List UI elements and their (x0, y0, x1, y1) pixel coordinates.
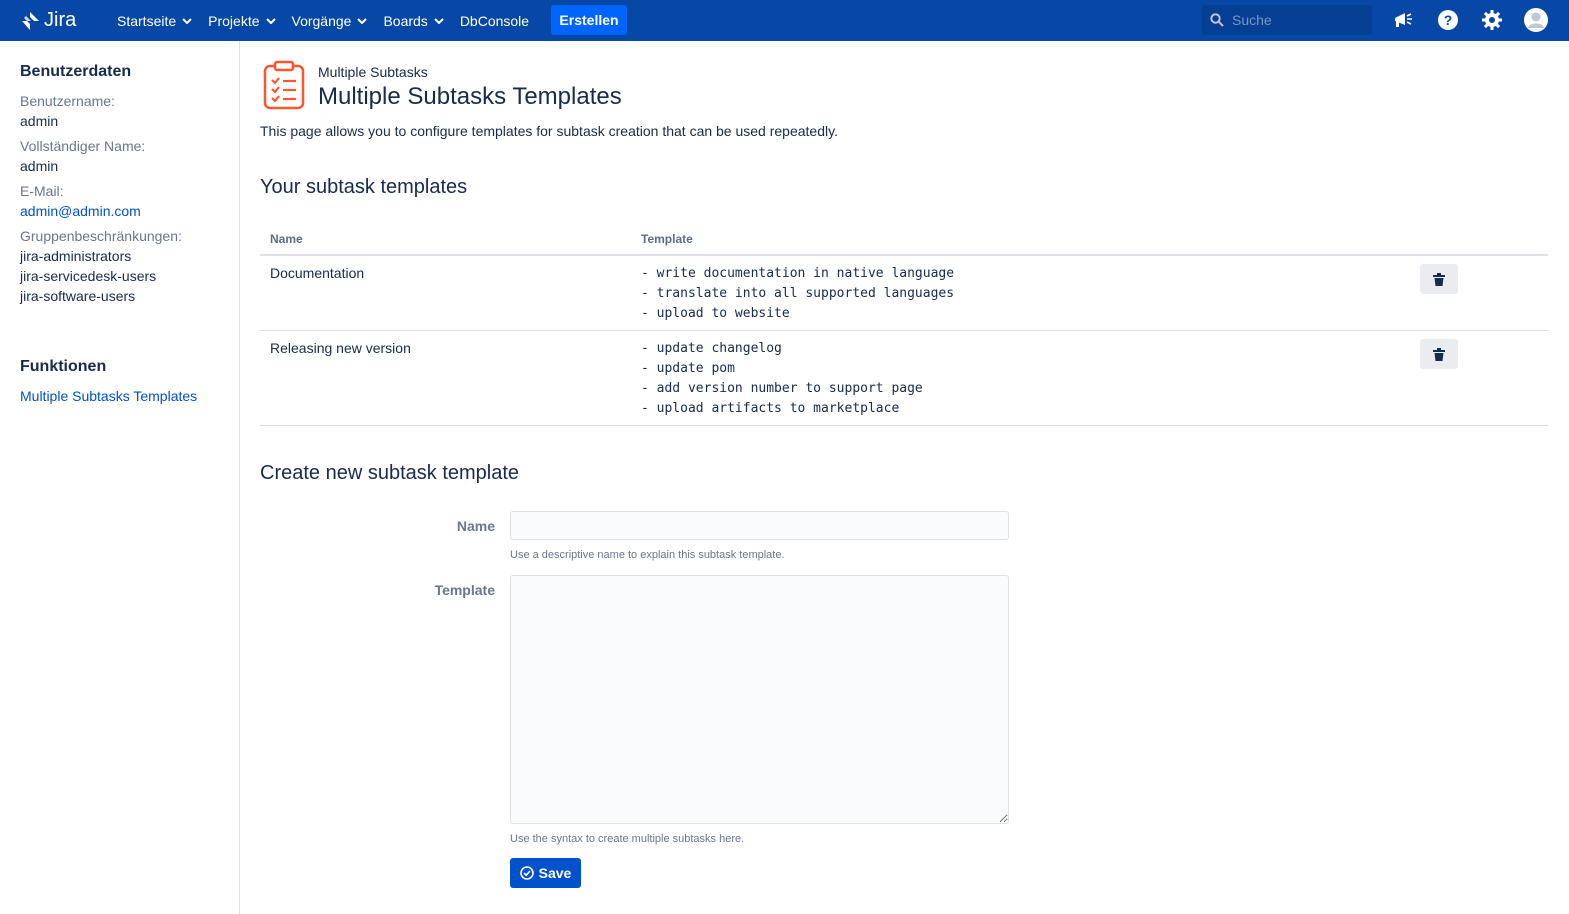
table-header: Name Template (260, 226, 1548, 256)
search-icon (1210, 13, 1224, 27)
template-name-input[interactable] (510, 511, 1009, 540)
nav-label: Startseite (117, 12, 177, 29)
create-button[interactable]: Erstellen (551, 5, 627, 35)
username-value: admin (20, 113, 59, 129)
fullname-value: admin (20, 158, 59, 174)
nav-label: Vorgänge (291, 12, 352, 29)
template-field-hint: Use the syntax to create multiple subtas… (510, 833, 745, 845)
group-item: jira-administrators (20, 248, 132, 264)
template-line: - write documentation in native language (641, 266, 955, 281)
trash-icon (1433, 347, 1445, 361)
megaphone-icon[interactable] (1392, 8, 1416, 32)
avatar[interactable] (1524, 8, 1548, 32)
check-circle-icon (519, 866, 534, 880)
svg-text:?: ? (1444, 12, 1453, 28)
settings-icon[interactable] (1480, 8, 1504, 32)
save-button[interactable]: Save (510, 858, 581, 888)
nav-label: DbConsole (459, 12, 530, 29)
template-field-label: Template (434, 582, 495, 598)
template-line: - translate into all supported languages (641, 286, 955, 301)
group-item: jira-servicedesk-users (20, 268, 157, 284)
group-item: jira-software-users (20, 288, 136, 304)
email-label: E-Mail: (20, 183, 64, 199)
logo-text: Jira (44, 9, 77, 31)
jira-logo[interactable]: Jira (20, 9, 76, 32)
sidebar: Benutzerdaten Benutzername: admin Vollst… (0, 41, 240, 914)
name-field-label: Name (456, 518, 495, 534)
template-line: - update changelog (641, 341, 782, 356)
nav-boards[interactable]: Boards (375, 0, 451, 41)
template-line: - upload artifacts to marketplace (641, 401, 900, 416)
chevron-down-icon (434, 17, 444, 24)
help-icon[interactable]: ? (1436, 8, 1460, 32)
template-line: - upload to website (641, 306, 790, 321)
table-row: Documentation - write documentation in n… (260, 256, 1548, 331)
functions-link-multiple-subtasks[interactable]: Multiple Subtasks Templates (20, 388, 197, 404)
template-line: - update pom (641, 361, 735, 376)
search-box[interactable] (1202, 5, 1372, 35)
breadcrumb[interactable]: Multiple Subtasks (318, 64, 428, 80)
delete-template-button[interactable] (1420, 339, 1458, 369)
save-label: Save (538, 865, 572, 881)
nav-startseite[interactable]: Startseite (109, 0, 200, 41)
jira-logo-icon (22, 11, 39, 30)
fullname-label: Vollständiger Name: (20, 138, 146, 154)
functions-heading: Funktionen (20, 358, 107, 375)
clipboard-checklist-icon (262, 60, 306, 115)
templates-table: Name Template Documentation - write docu… (260, 226, 1548, 426)
search-input[interactable] (1232, 12, 1362, 28)
template-content-textarea[interactable] (510, 575, 1009, 824)
page-title: Multiple Subtasks Templates (318, 83, 622, 110)
delete-template-button[interactable] (1420, 264, 1458, 294)
table-row: Releasing new version - update changelog… (260, 331, 1548, 426)
template-name: Documentation (270, 265, 365, 281)
chevron-down-icon (182, 17, 192, 24)
name-field-hint: Use a descriptive name to explain this s… (510, 549, 785, 561)
create-template-heading: Create new subtask template (260, 462, 520, 484)
nav-label: Boards (383, 12, 428, 29)
templates-heading: Your subtask templates (260, 176, 468, 198)
template-content: - write documentation in native language… (641, 264, 954, 324)
column-header-name: Name (270, 232, 303, 246)
template-name: Releasing new version (270, 340, 411, 356)
template-line: - add version number to support page (641, 381, 923, 396)
main-menu: Startseite Projekte Vorgänge Boards DbCo… (109, 0, 537, 41)
email-link[interactable]: admin@admin.com (20, 203, 141, 219)
trash-icon (1433, 272, 1445, 286)
column-header-template: Template (641, 232, 693, 246)
page-description: This page allows you to configure templa… (260, 123, 838, 139)
chevron-down-icon (357, 17, 368, 24)
nav-label: Projekte (208, 12, 260, 29)
username-label: Benutzername: (20, 93, 115, 109)
chevron-down-icon (265, 17, 276, 24)
top-navigation: Jira Startseite Projekte Vorgänge Boards… (0, 0, 1569, 41)
groups-label: Gruppenbeschränkungen: (20, 228, 182, 244)
nav-vorgaenge[interactable]: Vorgänge (284, 0, 376, 41)
template-content: - update changelog - update pom - add ve… (641, 339, 923, 419)
nav-dbconsole[interactable]: DbConsole (452, 0, 537, 41)
nav-projekte[interactable]: Projekte (200, 0, 283, 41)
user-data-heading: Benutzerdaten (20, 63, 132, 80)
